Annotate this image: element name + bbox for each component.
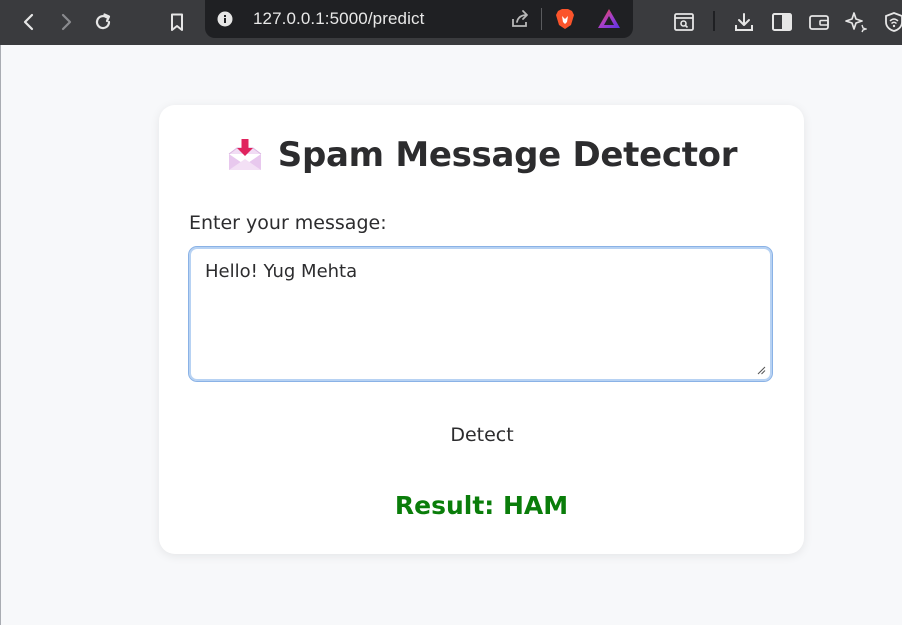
toolbar-divider (713, 11, 715, 31)
page-title: Spam Message Detector (277, 135, 738, 175)
wallet-button[interactable] (805, 8, 833, 36)
sparkle-icon (845, 12, 867, 33)
result-text: Result: HAM (394, 491, 569, 520)
resize-grip-icon[interactable] (756, 365, 766, 375)
forward-button[interactable] (52, 8, 80, 36)
vpn-button[interactable] (880, 8, 902, 36)
inbox-tray-icon (228, 139, 262, 170)
detector-card: Spam Message Detector Enter your message… (159, 105, 804, 554)
share-icon[interactable] (510, 9, 530, 29)
brave-shield-icon[interactable] (554, 7, 576, 31)
url-text: 127.0.0.1:5000/predict (253, 9, 425, 28)
download-icon (735, 13, 753, 31)
message-textarea[interactable]: Hello! Yug Mehta (188, 246, 773, 382)
sidebar-icon (772, 13, 792, 31)
vpn-shield-icon (885, 12, 902, 32)
browser-toolbar: 127.0.0.1:5000/predict (0, 0, 902, 45)
address-bar[interactable]: 127.0.0.1:5000/predict (205, 0, 633, 38)
leo-ai-button[interactable] (842, 8, 870, 36)
sidebar-button[interactable] (768, 8, 796, 36)
bookmark-icon (171, 13, 183, 31)
reload-icon (95, 13, 111, 30)
brave-rewards-icon[interactable] (597, 8, 621, 30)
divider (541, 8, 542, 30)
bookmark-button[interactable] (163, 8, 191, 36)
title-row: Spam Message Detector (159, 135, 804, 175)
message-label: Enter your message: (189, 212, 387, 234)
tab-search-icon (674, 13, 694, 31)
wallet-icon (809, 15, 829, 30)
detect-button[interactable]: Detect (423, 415, 541, 453)
message-text: Hello! Yug Mehta (205, 261, 358, 282)
search-tabs-button[interactable] (670, 8, 698, 36)
downloads-button[interactable] (730, 8, 758, 36)
chevron-left-icon (23, 13, 34, 31)
chevron-right-icon (61, 13, 72, 31)
back-button[interactable] (15, 8, 43, 36)
page-content: Spam Message Detector Enter your message… (0, 45, 902, 625)
info-icon[interactable] (217, 11, 233, 27)
reload-button[interactable] (89, 8, 117, 36)
